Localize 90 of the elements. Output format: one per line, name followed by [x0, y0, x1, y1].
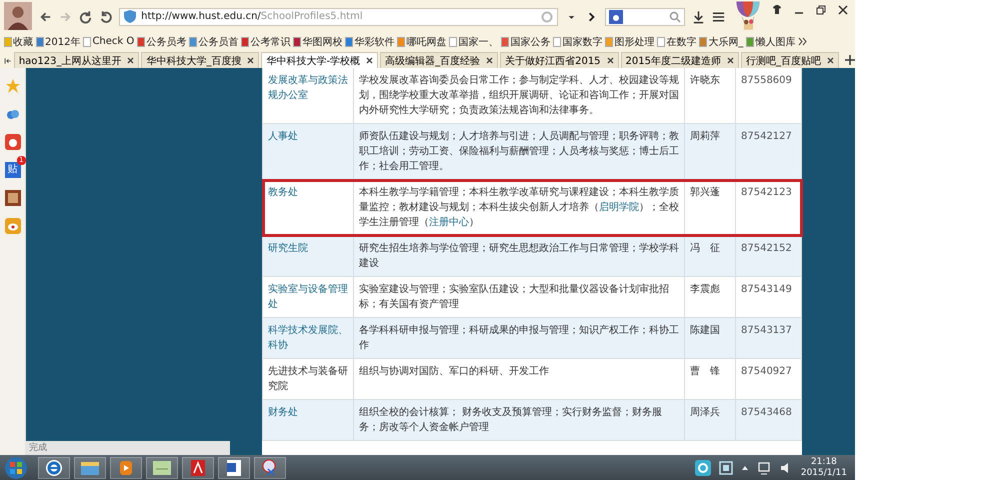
close-icon[interactable] — [486, 57, 494, 64]
close-icon[interactable] — [606, 57, 614, 64]
address-bar[interactable]: http://www.hust.edu.cn/SchoolProfiles5.html — [119, 8, 558, 26]
new-tab-icon[interactable] — [845, 55, 855, 65]
duties-link[interactable]: 启明学院 — [599, 202, 639, 213]
avatar-icon[interactable] — [4, 1, 32, 31]
bookmark[interactable]: 公考常识 — [241, 34, 290, 48]
duties-text: 组织与协调对国防、军口的科研、开发工作 — [359, 364, 550, 379]
bookmark[interactable]: 2012年 — [36, 34, 80, 48]
back-icon[interactable] — [38, 10, 52, 24]
phone-number: 87558609 — [741, 75, 792, 86]
bookmark[interactable]: 国家数字 — [553, 34, 602, 48]
phone-number: 87543137 — [741, 325, 792, 336]
bookmark[interactable]: 大乐网_ — [699, 34, 744, 48]
close-icon[interactable] — [727, 57, 734, 64]
close-icon[interactable] — [366, 57, 374, 64]
network-icon[interactable] — [756, 460, 771, 474]
person-name: 冯 征 — [690, 243, 720, 254]
document-icon[interactable] — [218, 456, 250, 478]
person-name: 周泽兵 — [690, 407, 720, 418]
close-icon[interactable] — [247, 57, 254, 64]
bookmark[interactable]: 华彩软件 — [345, 34, 394, 48]
bookmark[interactable]: 收藏 — [4, 34, 33, 48]
note-icon[interactable] — [146, 456, 178, 478]
bookmark[interactable]: 国家公务 — [501, 34, 550, 48]
duties-link[interactable]: 注册中心 — [429, 217, 469, 228]
duties-text: 各学科科研申报与管理；科研成果的申报与管理；知识产权工作；科协工作 — [359, 324, 679, 353]
browser-tab[interactable]: 高级编辑器_百度经验 — [380, 52, 498, 68]
browser-tab[interactable]: 华中科技大学_百度搜 — [141, 52, 260, 68]
bookmark[interactable]: 公务员考 — [137, 34, 186, 48]
start-button[interactable] — [4, 456, 28, 480]
duties-text: 研究生招生培养与学位管理；研究生思想政治工作与日常管理；学校学科建设 — [359, 242, 679, 271]
bookmark[interactable]: 哪吒网盘 — [397, 34, 446, 48]
close-icon[interactable] — [837, 4, 849, 16]
duties-text: 组织全校的会计核算； 财务收支及预算管理；实行财务监督；财务服务；房改等个人资金帐户管理 — [359, 406, 664, 435]
person-name: 周莉萍 — [690, 131, 720, 142]
person-name: 曹 锋 — [690, 366, 720, 377]
bookmark[interactable]: 华图网校 — [293, 34, 342, 48]
person-name: 郭兴蓬 — [690, 187, 720, 198]
phone-number: 87543149 — [741, 284, 792, 295]
tray-app-icon[interactable] — [718, 460, 733, 474]
book-icon[interactable] — [4, 190, 20, 206]
browser-tab[interactable]: 关于做好江西省2015 — [500, 52, 619, 68]
browser-app-icon[interactable] — [38, 456, 70, 478]
refresh-icon[interactable] — [79, 10, 92, 24]
app-icon[interactable]: 贴 — [4, 162, 20, 178]
media-player-icon[interactable] — [110, 456, 142, 478]
star-icon[interactable] — [4, 78, 20, 94]
phone-number: 87540927 — [741, 366, 792, 377]
person-name: 李震彪 — [690, 284, 720, 295]
duties-text: 学校发展改革咨询委员会日常工作；参与制定学科、人才、校园建设等规划，围绕学校重大改革举措，组织开展调研、论证和咨询工作；开展对国内外研究性大学研究；负责政策法规咨询和法律事务。 — [359, 74, 679, 118]
scissors-icon[interactable] — [254, 456, 286, 478]
search-field[interactable] — [605, 8, 685, 26]
folder-icon[interactable] — [74, 456, 106, 478]
browser-tab[interactable]: 2015年度二级建造师 — [620, 52, 739, 68]
browser-tab[interactable]: 华中科技大学-学校概 — [261, 52, 378, 68]
bookmark[interactable]: 懒人图库 — [746, 34, 796, 48]
duties-text: 本科生教学与学籍管理；本科生教学改革研究与课程建设；本科生教学质量监控；教材建设与规划；本科生拔尖创新人才培养（启明学院）；全校学生注册管理（注册中心） — [359, 186, 679, 230]
phone-number: 87543468 — [741, 407, 792, 418]
person-name: 许晓东 — [690, 75, 720, 86]
bookmark[interactable]: 在数字 — [657, 34, 696, 48]
menu-icon[interactable] — [712, 10, 725, 24]
download-icon[interactable] — [692, 10, 705, 24]
person-name: 陈建国 — [690, 325, 720, 336]
close-icon[interactable] — [127, 57, 134, 64]
duties-text: 师资队伍建设与规划；人才培养与引进；人员调配与管理；职务评聘；教职工培训；劳动工资、保险福利与薪酬管理；人员考核与奖惩；博士后工作；社会用工管理。 — [359, 130, 679, 174]
restore-icon[interactable] — [815, 4, 827, 16]
close-icon[interactable] — [827, 57, 834, 64]
skin-icon[interactable] — [771, 4, 783, 16]
duties-text: 实验室建设与管理；实验室队伍建设；大型和批量仪器设备计划审批招标；有关国有资产管理 — [359, 282, 670, 312]
department-name: 先进技术与装备研究院 — [268, 364, 348, 394]
browser-tab[interactable]: 行测吧_百度贴吧 — [741, 52, 839, 68]
shield-icon — [124, 10, 136, 23]
pdf-icon[interactable] — [182, 456, 214, 478]
more-icon[interactable] — [798, 37, 808, 46]
browser-tab[interactable]: hao123_上网从这里开 — [14, 52, 140, 68]
tray-app-icon[interactable] — [694, 460, 711, 476]
bookmark[interactable]: 国家一、 — [449, 34, 498, 48]
bookmark[interactable]: Check O — [83, 36, 134, 47]
phone-number: 87542123 — [741, 187, 792, 198]
bookmark[interactable]: 图形处理 — [605, 34, 654, 48]
show-hidden-icon[interactable] — [740, 464, 749, 472]
eye-icon[interactable] — [4, 218, 20, 234]
clock[interactable]: 21:18 2015/1/11 — [800, 456, 847, 478]
phone-number: 87542152 — [741, 243, 792, 254]
undo-icon[interactable] — [99, 10, 112, 24]
status-text: 完成 — [29, 443, 47, 453]
bookmark[interactable]: 公务员首 — [189, 34, 238, 48]
phone-number: 87542127 — [741, 131, 792, 142]
search-icon[interactable] — [668, 10, 681, 22]
